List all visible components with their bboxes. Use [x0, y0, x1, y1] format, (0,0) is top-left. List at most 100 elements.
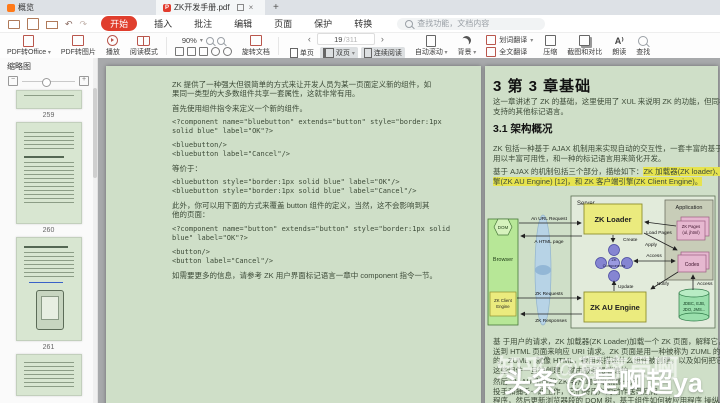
thumbnail-page-261-partial[interactable]: [15, 354, 82, 396]
thumbnail-page-260[interactable]: [15, 237, 82, 341]
pdf-to-office-icon: [23, 34, 35, 47]
fit-width-icon[interactable]: [186, 47, 196, 56]
arrow-update-label: Update: [618, 284, 634, 290]
menu-item-protect[interactable]: 保护: [303, 17, 343, 30]
panel-title: 缩略图: [7, 62, 31, 71]
pin-tab-icon[interactable]: [236, 4, 244, 11]
watermark-main: 头条 @是啊超ya: [504, 368, 703, 398]
zk-components-label2: Components: [603, 263, 626, 268]
toolbar-divider: [277, 37, 279, 55]
read-mode-button[interactable]: 阅读模式: [125, 35, 163, 57]
menu-item-comment[interactable]: 批注: [183, 17, 223, 30]
menu-item-convert[interactable]: 转换: [343, 17, 383, 30]
pdf-to-image-button[interactable]: PDF转图片: [56, 35, 101, 57]
full-translate-icon: [486, 47, 497, 57]
thumb-size-slider[interactable]: [22, 77, 75, 87]
rotate-icon: [249, 35, 262, 46]
window-tab-bar: 概览 P ZK开发手册.pdf × +: [0, 0, 720, 15]
read-aloud-icon: A⁾: [614, 35, 624, 46]
menu-item-page[interactable]: 页面: [263, 17, 303, 30]
pdf-page-left: ZK 提供了一种强大但很简单的方式来让开发人员为某一页面定义新的组件，如 果同一类…: [106, 66, 481, 403]
section-heading: 3.1 架构概况: [493, 123, 553, 135]
arrow-access-label: Access: [646, 253, 662, 259]
new-tab-button[interactable]: +: [265, 0, 287, 15]
thumbnail-page-258-partial[interactable]: [15, 90, 82, 109]
zoom-level-select[interactable]: 90%: [182, 36, 197, 45]
arrow-notify-label: Notify: [657, 281, 670, 287]
phone-figure: [35, 290, 64, 330]
menu-item-start[interactable]: 开始: [101, 16, 138, 31]
chevron-down-icon: ▾: [530, 37, 534, 44]
browser-label: Browser: [493, 257, 513, 263]
print-icon[interactable]: [46, 20, 58, 29]
next-page-icon[interactable]: ›: [378, 34, 387, 44]
compress-icon: [544, 35, 556, 46]
word-translate-icon: [486, 35, 497, 45]
toolbar-divider: [165, 37, 167, 55]
chevron-down-icon: ▾: [199, 38, 203, 44]
arrow-apply-label: Apply: [645, 242, 658, 248]
dom-label: DOM: [498, 225, 509, 230]
continuous-icon: [363, 48, 372, 58]
intro-paragraph: 这一章讲述了 ZK 的基础，这里使用了 XUL 来说明 ZK 的功能，但同样可用…: [493, 97, 720, 116]
menu-item-edit[interactable]: 编辑: [223, 17, 263, 30]
save-icon[interactable]: [27, 17, 39, 30]
next-view-icon[interactable]: [222, 47, 232, 56]
document-tab-label: ZK开发手册.pdf: [174, 3, 230, 12]
sidebar-scrollbar[interactable]: [93, 58, 97, 403]
thumbnail-page-259[interactable]: [15, 122, 82, 224]
application-label: Application: [676, 205, 703, 211]
highlighted-paragraph: 基于 AJAX 的机制包括三个部分，描绘如下：ZK 加载器(ZK loader)…: [493, 167, 720, 186]
full-translate-button[interactable]: 全文翻译: [486, 47, 533, 57]
background-button[interactable]: 背景 ▾: [453, 35, 482, 57]
search-input[interactable]: 查找功能，文档内容: [397, 17, 546, 30]
auto-scroll-icon: [426, 34, 437, 47]
page-navigation-group: ‹ 19 /311 › 单页 双页 ▾ 连续阅读: [282, 33, 410, 59]
slider-knob[interactable]: [42, 77, 52, 87]
zk-au-engine-label: ZK AU Engine: [590, 303, 640, 312]
arrow-db-access-label: Access: [697, 281, 713, 287]
zoom-in-icon[interactable]: [216, 36, 225, 45]
chevron-down-icon: ▾: [442, 50, 448, 56]
actual-size-icon[interactable]: [198, 47, 208, 56]
auto-scroll-button[interactable]: 自动滚动 ▾: [410, 34, 453, 57]
prev-view-icon[interactable]: [210, 47, 220, 56]
rotate-document-button[interactable]: 旋转文档: [237, 35, 275, 57]
screenshot-compare-button[interactable]: 截图和对比: [562, 35, 607, 57]
thumb-smaller-icon[interactable]: −: [8, 76, 18, 86]
chapter-heading: 3 第 3 章基础: [493, 78, 592, 95]
single-page-icon: [289, 48, 298, 58]
compress-button[interactable]: 压缩: [538, 35, 562, 57]
total-pages: /311: [343, 34, 358, 44]
pdf-toolbar: PDF转Office ▾ PDF转图片 播放 阅读模式 90% ▾ 旋转文档 ‹…: [0, 33, 720, 60]
read-aloud-button[interactable]: A⁾ 朗读: [607, 35, 631, 57]
plus-icon: +: [273, 2, 279, 13]
arrow-zk-responses-label: ZK Responses: [535, 318, 567, 324]
fit-page-icon[interactable]: [174, 47, 184, 56]
architecture-paragraph: ZK 包括一种基于 AJAX 机制用来实现自动的交互性，一套丰富的基于 XUL …: [493, 144, 720, 163]
menu-item-insert[interactable]: 插入: [143, 17, 183, 30]
undo-icon[interactable]: ↶: [65, 19, 73, 29]
thumbnail-panel: 缩略图 − + 259 260 261: [0, 58, 98, 403]
play-button[interactable]: 播放: [101, 35, 125, 57]
prev-page-icon[interactable]: ‹: [305, 34, 314, 44]
left-page-text: ZK 提供了一种强大但很简单的方式来让开发人员为某一页面定义新的组件，如 果同一类…: [172, 80, 451, 280]
close-tab-icon[interactable]: ×: [249, 3, 254, 12]
thumbnail-label: 260: [42, 227, 55, 234]
double-page-icon: [322, 48, 334, 58]
tab-home[interactable]: 概览: [0, 0, 134, 15]
zoom-group: 90% ▾: [170, 36, 237, 56]
zk-loader-label: ZK Loader: [594, 215, 631, 224]
pdf-to-office-button[interactable]: PDF转Office ▾: [2, 34, 56, 57]
home-tab-label: 概览: [18, 3, 34, 12]
tab-document[interactable]: P ZK开发手册.pdf ×: [156, 0, 265, 15]
thumbnail-label: 261: [42, 344, 55, 351]
zk-pages-label2: (ul, jhtml): [682, 230, 700, 235]
find-button[interactable]: 查找: [631, 35, 655, 57]
page-number-input[interactable]: 19 /311: [316, 33, 375, 45]
word-translate-button[interactable]: 划词翻译 ▾: [486, 35, 533, 45]
redo-icon[interactable]: ↷: [80, 19, 88, 29]
open-file-icon[interactable]: [8, 20, 20, 29]
thumb-larger-icon[interactable]: +: [79, 76, 89, 86]
zoom-out-icon[interactable]: [205, 36, 214, 45]
